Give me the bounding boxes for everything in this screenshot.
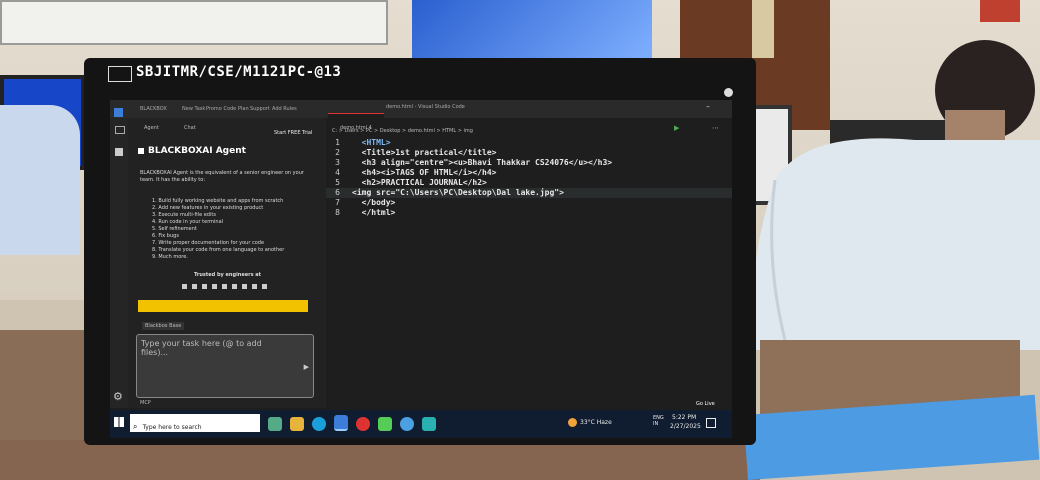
ability-list: 1. Build fully working website and apps … [152,198,322,261]
agent-heading: BLACKBOXAI Agent [148,146,246,156]
code-line-active[interactable]: 6 <img src="C:\Users\PC\Desktop\Dal lake… [326,188,732,198]
person-left [0,105,80,255]
editor-area: demo.html 4 C: > Users > PC > Desktop > … [326,113,732,408]
clock-date[interactable]: 2/27/2025 [670,423,701,430]
ability-item: 1. Build fully working website and apps … [152,198,284,204]
title-bar: BLACKBOX New Task Promo Code Plan Suppor… [110,100,732,118]
line-number: 5 [335,178,340,187]
line-text: <h2>PRACTICAL JOURNAL</h2> [352,178,487,187]
model-select[interactable]: Blackbox Base [142,322,185,330]
file-explorer-icon[interactable] [290,417,304,431]
code-line[interactable]: 3 <h3 align="centre"><u>Bhavi Thakkar CS… [326,158,732,168]
edge-icon[interactable] [312,417,326,431]
run-icon[interactable]: ▶ [674,124,679,132]
blackbox-agent-panel: Agent Chat Start FREE Trial BLACKBOXAI A… [128,118,327,408]
line-number: 1 [335,138,340,147]
agent-intro: BLACKBOXAI Agent is the equivalent of a … [140,170,304,183]
search-icon: ⌕ [133,422,138,431]
vscode-window: BLACKBOX New Task Promo Code Plan Suppor… [110,100,732,438]
menu-plan[interactable]: Plan [238,106,249,112]
ability-item: 5. Self refinement [152,226,197,232]
line-text: <Title>1st practical</title> [352,148,497,157]
line-text: </body> [352,198,396,207]
code-line[interactable]: 4 <h4><i>TAGS OF HTML</i></h4> [326,168,732,178]
windows-taskbar: ⌕ Type here to search 33°C Haze ENG IN 5… [110,410,732,438]
ability-item: 2. Add new features in your existing pro… [152,205,264,211]
menu-add-rules[interactable]: Add Rules [272,106,297,112]
notice-board [980,0,1020,22]
menu-new-task[interactable]: New Task [182,106,205,112]
whiteboard [0,0,388,45]
send-icon[interactable]: ▶ [304,363,309,371]
code-line[interactable]: 7 </body> [326,198,732,208]
code-line[interactable]: 1 <HTML> [326,138,732,148]
vscode-logo-icon [114,108,123,117]
start-trial-button[interactable]: Start FREE Trial [274,130,312,136]
asset-sticker: SBJITMR/CSE/M1121PC-@13 [136,64,342,80]
language-indicator[interactable]: ENG IN [653,415,664,427]
blackbox-icon[interactable] [115,148,123,156]
explorer-icon[interactable] [115,126,125,134]
webcam [724,88,733,97]
more-actions-icon[interactable]: ⋯ [712,124,719,132]
breadcrumb: C: > Users > PC > Desktop > demo.html > … [332,128,473,134]
app-icon[interactable] [378,417,392,431]
trusted-label: Trusted by engineers at [194,272,262,278]
minimize-icon[interactable]: – [706,102,710,111]
code-line[interactable]: 2 <Title>1st practical</title> [326,148,732,158]
ability-item: 7. Write proper documentation for your c… [152,240,265,246]
ability-item: 6. Fix bugs [152,233,179,239]
ability-item: 3. Execute multi-file edits [152,212,216,218]
line-number: 3 [335,158,340,167]
app-icon[interactable] [422,417,436,431]
line-text: </html> [352,208,396,217]
promo-banner[interactable] [138,300,308,312]
line-number: 8 [335,208,340,217]
chrome-icon[interactable] [356,417,370,431]
windows-start-icon[interactable] [114,417,124,427]
tab-agent[interactable]: Agent [144,125,159,131]
company-logos [182,284,272,289]
settings-gear-icon[interactable]: ⚙ [113,390,123,403]
line-number: 4 [335,168,340,177]
line-text: <HTML> [352,138,391,147]
vscode-taskbar-icon[interactable] [334,415,348,431]
line-text: <h4><i>TAGS OF HTML</i></h4> [352,168,497,177]
weather-icon [568,418,577,427]
line-number: 6 [335,188,340,197]
menu-promo-code[interactable]: Promo Code [206,106,236,112]
notification-icon[interactable] [706,418,716,428]
mcp-label: MCP [140,400,151,406]
ability-item: 4. Run code in your terminal [152,219,224,225]
code-lines: 1 <HTML> 2 <Title>1st practical</title> … [326,138,732,218]
go-live-button[interactable]: Go Live [696,401,715,407]
person-right [752,40,1040,350]
window-title: demo.html - Visual Studio Code [386,104,465,110]
line-text: <img src="C:\Users\PC\Desktop\Dal lake.j… [352,188,564,197]
activity-bar: ⚙ [110,108,128,408]
line-number: 7 [335,198,340,207]
menu-support[interactable]: Support [250,106,270,112]
app-icon[interactable] [400,417,414,431]
task-input[interactable]: Type your task here (@ to add files)... … [136,334,314,398]
clock-time[interactable]: 5:22 PM [672,414,696,421]
tab-chat[interactable]: Chat [184,125,196,131]
ability-item: 8. Translate your code from one language… [152,247,285,253]
line-number: 2 [335,148,340,157]
taskbar-search[interactable]: ⌕ Type here to search [130,414,260,432]
search-placeholder: Type here to search [142,424,202,431]
line-text: <h3 align="centre"><u>Bhavi Thakkar CS24… [352,158,613,167]
menu-blackbox[interactable]: BLACKBOX [140,106,167,112]
task-view-icon[interactable] [268,417,282,431]
blackbox-logo-icon [138,148,144,154]
ability-item: 9. Much more. [152,254,188,260]
editor-tab[interactable]: demo.html 4 [328,113,384,131]
desk-front [0,440,760,480]
sticker-barcode [108,66,132,82]
task-input-placeholder: Type your task here (@ to add files)... [141,339,262,357]
code-line[interactable]: 8 </html> [326,208,732,218]
code-line[interactable]: 5 <h2>PRACTICAL JOURNAL</h2> [326,178,732,188]
weather-text[interactable]: 33°C Haze [580,419,612,426]
projector-screen [412,0,652,66]
